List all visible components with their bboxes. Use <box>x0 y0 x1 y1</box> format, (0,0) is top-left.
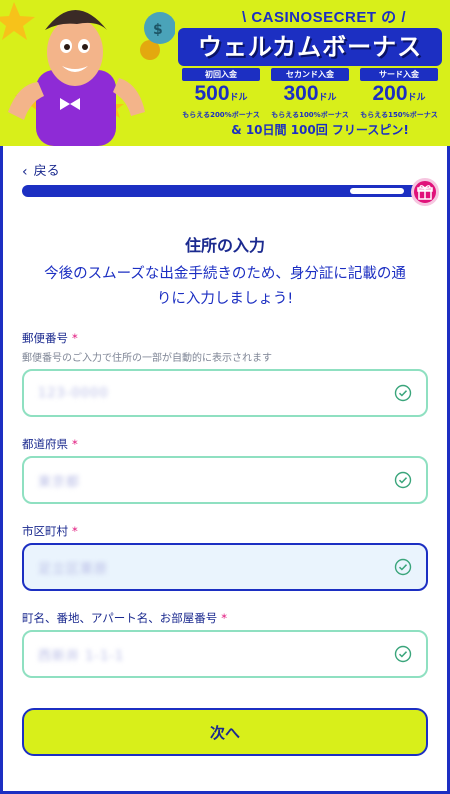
bonus-amount: 500ドル <box>194 82 248 105</box>
city-label: 市区町村 * <box>22 524 78 538</box>
banner-headline: ウェルカムボーナス <box>178 28 442 66</box>
next-button[interactable]: 次へ <box>22 708 428 756</box>
freespin-text: & 10日間 100回 フリースピン! <box>231 123 409 137</box>
bonus-tag: セカンド入金 <box>271 68 349 81</box>
back-button[interactable]: ‹ 戻る <box>22 162 60 182</box>
svg-text:$: $ <box>153 22 163 38</box>
welcome-bonus-banner[interactable]: $ \ CASINOSECRET の / ウェルカムボーナス 初回入金 500ド… <box>0 0 450 146</box>
progress-bar <box>22 185 426 197</box>
address-value: 西新井 1-1-1 <box>38 648 125 664</box>
banner-brand: \ CASINOSECRET の / <box>241 9 407 26</box>
check-circle-icon <box>394 645 412 663</box>
bonus-first-deposit: 初回入金 500ドル もらえる200%ボーナス <box>178 68 264 128</box>
bonus-tag: 初回入金 <box>182 68 260 81</box>
bonus-description: もらえる100%ボーナス <box>271 111 349 119</box>
required-mark: * <box>72 524 78 538</box>
page-subtitle: 今後のスムーズな出金手続きのため、身分証に記載の通りに入力しましょう! <box>44 266 406 307</box>
city-field[interactable]: 足立区栗原 <box>22 543 428 591</box>
address-field[interactable]: 西新井 1-1-1 <box>22 630 428 678</box>
progress-remaining <box>350 188 404 194</box>
bonus-amount: 200ドル <box>372 82 426 105</box>
prefecture-field[interactable]: 東京都 <box>22 456 428 504</box>
chevron-left-icon: ‹ <box>22 164 28 180</box>
check-circle-icon <box>394 558 412 576</box>
postal-code-field[interactable]: 123-0000 <box>22 369 428 417</box>
bonus-second-deposit: セカンド入金 300ドル もらえる100%ボーナス <box>267 68 353 128</box>
postal-code-label: 郵便番号 * <box>22 331 78 345</box>
postal-code-value: 123-0000 <box>38 385 109 401</box>
gift-icon[interactable] <box>411 178 439 206</box>
bonus-tag: サード入金 <box>360 68 438 81</box>
prefecture-value: 東京都 <box>38 474 81 490</box>
required-mark: * <box>72 437 78 451</box>
address-label: 町名、番地、アパート名、お部屋番号 * <box>22 611 228 625</box>
prefecture-label: 都道府県 * <box>22 437 78 451</box>
required-mark: * <box>72 331 78 345</box>
mascot-illustration: $ <box>0 2 175 146</box>
back-label: 戻る <box>33 164 60 179</box>
check-circle-icon <box>394 471 412 489</box>
bonus-third-deposit: サード入金 200ドル もらえる150%ボーナス <box>356 68 442 128</box>
city-value: 足立区栗原 <box>38 561 109 577</box>
bonus-description: もらえる150%ボーナス <box>360 111 438 119</box>
page-title: 住所の入力 <box>184 236 265 255</box>
bonus-description: もらえる200%ボーナス <box>182 111 260 119</box>
postal-code-hint: 郵便番号のご入力で住所の一部が自動的に表示されます <box>22 353 272 364</box>
required-mark: * <box>221 611 228 625</box>
bonus-amount: 300ドル <box>283 82 337 105</box>
check-circle-icon <box>394 384 412 402</box>
